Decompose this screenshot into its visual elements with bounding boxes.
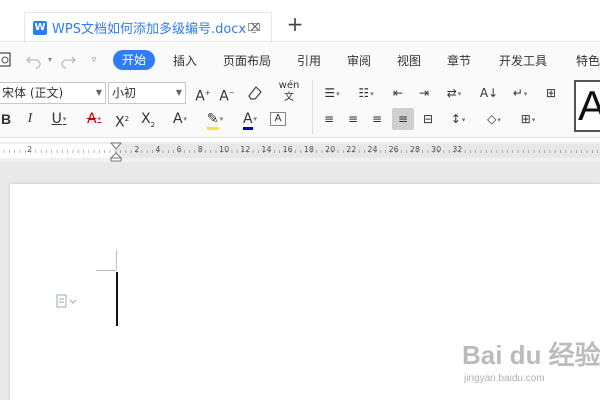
increase-indent-icon[interactable]: ⇥ <box>414 82 434 104</box>
align-left-icon[interactable]: ≡ <box>320 108 338 130</box>
borders-icon[interactable]: ⊞▾ <box>514 108 542 130</box>
ruler-number: 16 <box>282 145 293 154</box>
ruler-ticks <box>0 144 600 158</box>
ruler-number: 32 <box>452 145 463 154</box>
document-tab[interactable]: W WPS文档如何添加多级编号.docx × <box>24 12 272 42</box>
character-border-icon[interactable]: A <box>270 112 286 126</box>
watermark-brand: Bai du 经验 <box>462 340 600 370</box>
tab-developer-tools[interactable]: 开发工具 <box>499 51 547 71</box>
ruler-number: 30 <box>431 145 442 154</box>
ruler-number: 20 <box>325 145 336 154</box>
ruler-text-area <box>116 144 600 158</box>
wps-writer-icon: W <box>33 20 47 35</box>
strikethrough-icon[interactable]: A▾ <box>80 108 108 130</box>
shading-icon[interactable]: ◇▾ <box>480 108 508 130</box>
chevron-down-icon: ▼ <box>175 88 182 97</box>
tab-insert[interactable]: 插入 <box>173 51 197 71</box>
numbered-list-icon[interactable]: ☷▾ <box>352 82 380 104</box>
shrink-font-icon[interactable]: A− <box>218 82 236 105</box>
ruler-number: 18 <box>303 145 314 154</box>
phonetic-guide-icon[interactable]: wén 文 <box>274 80 304 103</box>
redo-icon[interactable] <box>58 50 78 70</box>
ruler-number: 10 <box>219 145 230 154</box>
font-name-select[interactable]: 宋体 (正文) ▼ <box>0 82 106 104</box>
font-color-icon[interactable]: A▾ <box>236 108 264 130</box>
font-name-value: 宋体 (正文) <box>2 86 64 100</box>
bullet-list-icon[interactable]: ☰▾ <box>318 82 346 104</box>
watermark-url: jingyan.baidu.com <box>464 373 545 384</box>
tab-review[interactable]: 审阅 <box>347 51 371 71</box>
indent-marker-icon[interactable] <box>110 142 122 162</box>
tab-view[interactable]: 视图 <box>397 51 421 71</box>
superscript-icon[interactable]: X2 <box>112 108 132 131</box>
quick-access-dropdown-icon[interactable]: ▿ <box>84 50 104 70</box>
paragraph-layout-icon[interactable] <box>56 294 80 308</box>
show-hide-marks-icon[interactable]: ↵▾ <box>506 82 534 104</box>
margin-corner-mark <box>96 270 116 271</box>
text-cursor <box>116 272 118 326</box>
ruler-number: 2 <box>27 145 33 154</box>
ruler-margin-area <box>0 144 116 158</box>
title-tab-bar: W WPS文档如何添加多级编号.docx × + <box>0 0 600 42</box>
home-ribbon: 宋体 (正文) ▼ 小初 ▼ A+ A− wén 文 ☰▾ ☷▾ ⇤ ⇥ ⇄▾ A… <box>0 76 600 138</box>
tab-references[interactable]: 引用 <box>297 51 321 71</box>
ruler-number: 22 <box>346 145 357 154</box>
style-preview-normal[interactable]: A <box>574 80 600 132</box>
sort-icon[interactable]: A↓ <box>478 82 500 104</box>
italic-icon[interactable]: I <box>22 108 38 130</box>
ruler-number: 4 <box>155 145 161 154</box>
bold-icon[interactable]: B <box>0 108 14 130</box>
margin-corner-mark <box>116 250 117 270</box>
distributed-align-icon[interactable]: ⊟ <box>418 108 438 130</box>
ruler-number: 2 <box>134 145 140 154</box>
tab-home[interactable]: 开始 <box>113 50 156 70</box>
text-effect-icon[interactable]: A▾ <box>166 108 194 130</box>
font-size-value: 小初 <box>112 86 137 100</box>
decrease-indent-icon[interactable]: ⇤ <box>388 82 408 104</box>
clear-format-icon[interactable] <box>246 84 264 102</box>
close-tab-icon[interactable]: × <box>247 19 263 35</box>
underline-icon[interactable]: U▾ <box>44 108 74 130</box>
align-center-icon[interactable]: ≡ <box>344 108 362 130</box>
chevron-down-icon: ▼ <box>95 88 102 97</box>
subscript-icon[interactable]: X2 <box>138 108 158 130</box>
undo-dropdown-icon[interactable]: ▾ <box>40 50 60 70</box>
justify-icon[interactable]: ≡ <box>392 108 414 130</box>
new-tab-button[interactable]: + <box>285 14 305 34</box>
tab-sections[interactable]: 章节 <box>447 51 471 71</box>
tab-page-layout[interactable]: 页面布局 <box>223 51 271 71</box>
baidu-jingyan-watermark: Bai du 经验 jingyan.baidu.com <box>462 335 600 395</box>
horizontal-ruler[interactable]: 2 2 4 6 8 10 12 14 16 18 20 22 24 26 28 30 32 <box>0 142 600 162</box>
ruler-number: 28 <box>409 145 420 154</box>
highlight-icon[interactable]: ✎▾ <box>200 108 230 130</box>
print-preview-icon[interactable] <box>0 50 14 70</box>
menu-bar: ▾ ▿ 开始 插入 页面布局 引用 审阅 视图 章节 开发工具 特色 <box>0 44 600 76</box>
ruler-number: 24 <box>367 145 378 154</box>
align-right-icon[interactable]: ≡ <box>368 108 386 130</box>
ruler-number: 26 <box>388 145 399 154</box>
grow-font-icon[interactable]: A+ <box>194 82 212 105</box>
tab-features[interactable]: 特色 <box>576 51 600 71</box>
tabbar-divider <box>0 41 600 42</box>
line-spacing-icon[interactable]: ↕▾ <box>444 108 472 130</box>
group-divider <box>312 80 313 134</box>
chinese-layout-icon[interactable]: ⇄▾ <box>440 82 468 104</box>
ruler-number: 8 <box>197 145 203 154</box>
ruler-number: 6 <box>176 145 182 154</box>
font-size-select[interactable]: 小初 ▼ <box>108 82 186 104</box>
ruler-number: 12 <box>240 145 251 154</box>
document-title: WPS文档如何添加多级编号.docx <box>52 22 247 37</box>
ruler-number: 14 <box>261 145 272 154</box>
table-tools-icon[interactable]: ⊞ <box>540 82 562 104</box>
